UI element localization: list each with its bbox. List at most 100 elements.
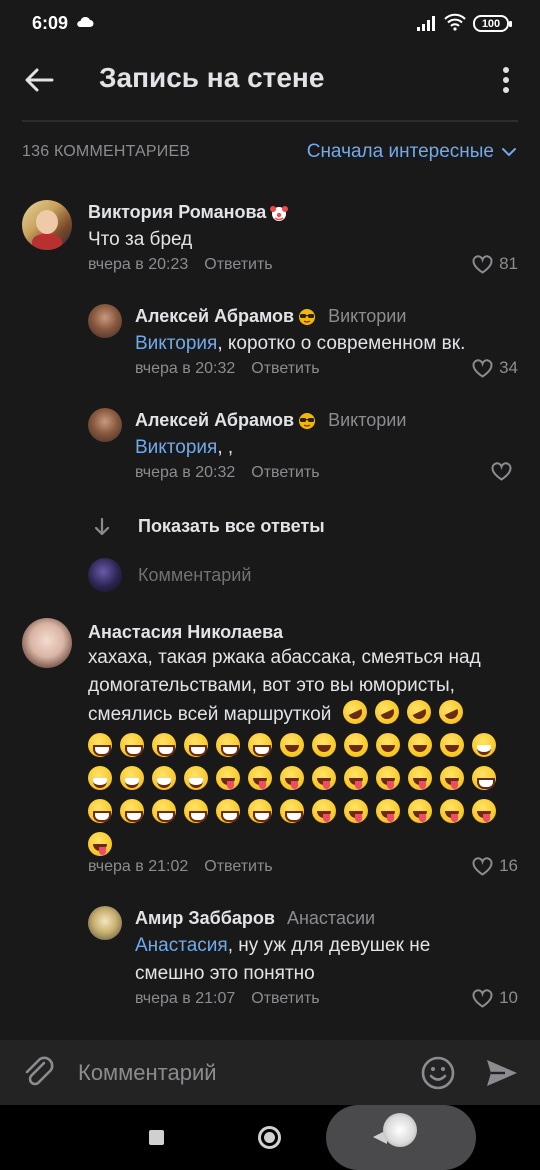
squint-emoji-icon xyxy=(344,733,368,757)
grin-emoji-icon xyxy=(152,799,176,823)
avatar[interactable] xyxy=(88,408,122,442)
sort-dropdown[interactable]: Сначала интересные xyxy=(307,141,516,163)
squint-tongue-emoji-icon xyxy=(408,799,432,823)
author-name[interactable]: Алексей Абрамов xyxy=(135,306,294,327)
cloud-icon xyxy=(77,16,94,27)
author-name[interactable]: Алексей Абрамов xyxy=(135,410,294,431)
grin-emoji-icon xyxy=(216,799,240,823)
squint-tongue-emoji-icon xyxy=(472,799,496,823)
comment-reply: Алексей Абрамов Виктории Виктория, , вче… xyxy=(0,406,540,496)
grin-emoji-icon xyxy=(248,733,272,757)
comment-time: вчера в 20:23 xyxy=(88,256,189,273)
like-button[interactable]: 10 xyxy=(472,988,518,1008)
like-count: 34 xyxy=(499,358,518,377)
rofl-emoji-icon xyxy=(434,696,467,728)
sunglasses-emoji-icon xyxy=(299,308,316,325)
comment-meta: вчера в 20:23 Ответить xyxy=(88,256,273,274)
comment-text-line: смеялись всей маршруткой xyxy=(88,704,332,725)
squint-tongue-emoji-icon xyxy=(312,799,336,823)
reply-button[interactable]: Ответить xyxy=(251,990,319,1008)
comment-reply: Алексей Абрамов Виктории Виктория, корот… xyxy=(0,302,540,392)
comment-text: Виктория, коротко о современном вк. xyxy=(135,330,465,358)
heart-icon xyxy=(491,462,512,481)
recents-button[interactable] xyxy=(149,1130,164,1145)
avatar[interactable] xyxy=(88,304,122,338)
comment-meta: вчера в 21:02 Ответить xyxy=(88,858,273,876)
comment-reply: Амир Заббаров Анастасии Анастасия, ну уж… xyxy=(0,904,540,1024)
like-button[interactable]: 81 xyxy=(472,254,518,274)
author-line: Анастасия Николаева xyxy=(88,622,283,643)
comment-input[interactable] xyxy=(78,1052,398,1094)
squint-emoji-icon xyxy=(408,733,432,757)
avatar[interactable] xyxy=(22,200,72,250)
reply-to: Виктории xyxy=(328,410,407,430)
wink-tongue-emoji-icon xyxy=(376,766,400,790)
home-button[interactable] xyxy=(258,1126,281,1149)
grin-emoji-icon xyxy=(472,766,496,790)
squint-tongue-emoji-icon xyxy=(440,799,464,823)
signal-icon xyxy=(417,16,435,31)
page-title: Запись на стене xyxy=(99,62,325,93)
show-all-replies-label: Показать все ответы xyxy=(138,516,325,536)
wink-tongue-emoji-icon xyxy=(408,766,432,790)
comment-meta: вчера в 20:32 Ответить xyxy=(135,360,320,378)
sort-dropdown-label: Сначала интересные xyxy=(306,141,494,162)
mention-link[interactable]: Виктория xyxy=(135,437,217,458)
squint-emoji-icon xyxy=(280,733,304,757)
reply-button[interactable]: Ответить xyxy=(251,464,319,482)
like-button[interactable]: 16 xyxy=(472,856,518,876)
battery-icon: 100 xyxy=(473,15,512,32)
header-divider xyxy=(22,120,518,122)
avatar[interactable] xyxy=(22,618,72,668)
grin-emoji-icon xyxy=(152,733,176,757)
comment-time: вчера в 20:32 xyxy=(135,464,236,481)
avatar[interactable] xyxy=(88,906,122,940)
smiley-icon[interactable] xyxy=(420,1055,456,1091)
inline-comment-field[interactable]: Комментарий xyxy=(88,558,251,592)
comment-body: смешно это понятно xyxy=(135,963,315,984)
squint-tongue-emoji-icon xyxy=(88,832,112,856)
show-all-replies-button[interactable]: Показать все ответы xyxy=(92,516,325,537)
reply-button[interactable]: Ответить xyxy=(251,360,319,378)
grin-emoji-icon xyxy=(184,799,208,823)
reply-button[interactable]: Ответить xyxy=(204,256,272,274)
smile-emoji-icon xyxy=(152,766,176,790)
wink-tongue-emoji-icon xyxy=(248,766,272,790)
comment: Анастасия Николаева хахаха, такая ржака … xyxy=(0,616,540,886)
own-avatar xyxy=(88,558,122,592)
grin-emoji-icon xyxy=(120,733,144,757)
like-button[interactable]: 34 xyxy=(472,358,518,378)
mention-link[interactable]: Анастасия xyxy=(135,935,228,956)
comment-time: вчера в 21:07 xyxy=(135,990,236,1007)
comment-meta: вчера в 21:07 Ответить xyxy=(135,990,320,1008)
grin-emoji-icon xyxy=(248,799,272,823)
grin-emoji-icon xyxy=(120,799,144,823)
author-name[interactable]: Виктория Романова xyxy=(88,202,266,223)
comment-text: Что за бред xyxy=(88,229,193,250)
grin-emoji-icon xyxy=(88,733,112,757)
reply-to: Виктории xyxy=(328,306,407,326)
mention-link[interactable]: Виктория xyxy=(135,333,217,354)
wink-tongue-emoji-icon xyxy=(280,766,304,790)
send-icon[interactable] xyxy=(485,1057,519,1089)
app-header: Запись на стене xyxy=(0,48,540,112)
more-vertical-icon[interactable] xyxy=(496,64,516,96)
comments-count: 136 КОММЕНТАРИЕВ xyxy=(22,143,191,160)
comment-input-bar xyxy=(0,1040,540,1105)
comment-text: Анастасия, ну уж для девушек не смешно э… xyxy=(135,932,430,988)
comment-body: , , xyxy=(217,437,234,458)
author-name[interactable]: Амир Заббаров xyxy=(135,908,275,929)
grin-emoji-icon xyxy=(184,733,208,757)
paperclip-icon[interactable] xyxy=(22,1054,56,1092)
smile-emoji-icon xyxy=(120,766,144,790)
reply-button[interactable]: Ответить xyxy=(204,858,272,876)
comment-text-line: хахаха, такая ржака абассака, смеяться н… xyxy=(88,647,481,668)
back-arrow-icon[interactable] xyxy=(22,63,56,97)
like-button[interactable] xyxy=(491,462,518,481)
author-name[interactable]: Анастасия Николаева xyxy=(88,622,283,643)
comment-time: вчера в 21:02 xyxy=(88,858,189,875)
like-count: 16 xyxy=(499,856,518,875)
chevron-down-icon xyxy=(502,148,516,157)
comment-body: , коротко о современном вк. xyxy=(217,333,466,354)
comment-text-line: домогательствами, вот это вы юмористы, xyxy=(88,675,455,696)
